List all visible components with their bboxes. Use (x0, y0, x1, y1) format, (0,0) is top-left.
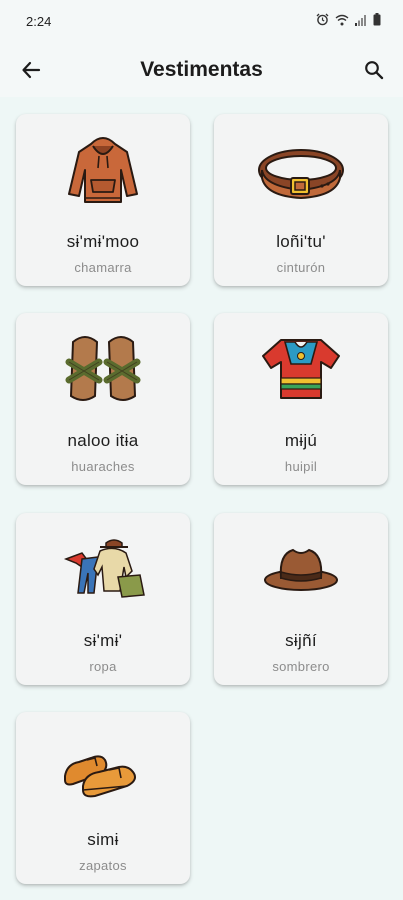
battery-icon (373, 13, 381, 29)
vocab-translation: zapatos (79, 858, 127, 873)
vocab-word: simɨ (87, 830, 119, 849)
app-bar: Vestimentas (0, 42, 403, 97)
signal-icon (355, 14, 367, 29)
search-icon (365, 60, 384, 79)
sandals-icon (53, 329, 153, 409)
vocab-word: mɨjú (284, 431, 318, 450)
vocab-word: sɨ'mɨ'moo (66, 232, 140, 251)
status-icons (316, 13, 381, 29)
vocab-card-cinturon[interactable]: loñi'tu' cinturón (214, 114, 388, 286)
vocab-card-ropa[interactable]: sɨ'mɨ' ropa (16, 513, 190, 685)
page-title: Vestimentas (140, 57, 263, 81)
vocab-word: sɨ'mɨ' (83, 631, 123, 650)
vocab-translation: huaraches (71, 459, 135, 474)
wifi-icon (335, 14, 349, 29)
vocab-translation: huipil (284, 459, 318, 474)
vocab-card-huipil[interactable]: mɨjú huipil (214, 313, 388, 485)
vocab-word: naloo itɨa (67, 431, 139, 450)
vocab-word: sɨjñí (285, 631, 317, 650)
vocab-word: loñi'tu' (276, 232, 326, 251)
status-time: 2:24 (26, 13, 52, 29)
vocab-card-zapatos[interactable]: simɨ zapatos (16, 712, 190, 884)
shoes-icon (53, 728, 153, 808)
vocab-translation: cinturón (276, 260, 326, 275)
vocab-translation: sombrero (272, 659, 330, 674)
clothes-pile-icon (53, 529, 153, 609)
status-bar: 2:24 (0, 0, 403, 42)
alarm-icon (316, 13, 329, 29)
vocabulary-grid: sɨ'mɨ'moo chamarra loñi'tu' cinturón nal… (0, 97, 403, 900)
belt-icon (251, 130, 351, 210)
arrow-left-icon (22, 61, 41, 78)
vocab-translation: chamarra (74, 260, 132, 275)
hoodie-icon (53, 130, 153, 210)
vocab-card-sombrero[interactable]: sɨjñí sombrero (214, 513, 388, 685)
vocab-card-chamarra[interactable]: sɨ'mɨ'moo chamarra (16, 114, 190, 286)
back-button[interactable] (16, 55, 46, 85)
vocab-translation: ropa (89, 659, 117, 674)
search-button[interactable] (359, 55, 389, 85)
vocab-card-huaraches[interactable]: naloo itɨa huaraches (16, 313, 190, 485)
hat-icon (251, 529, 351, 609)
huipil-icon (251, 329, 351, 409)
